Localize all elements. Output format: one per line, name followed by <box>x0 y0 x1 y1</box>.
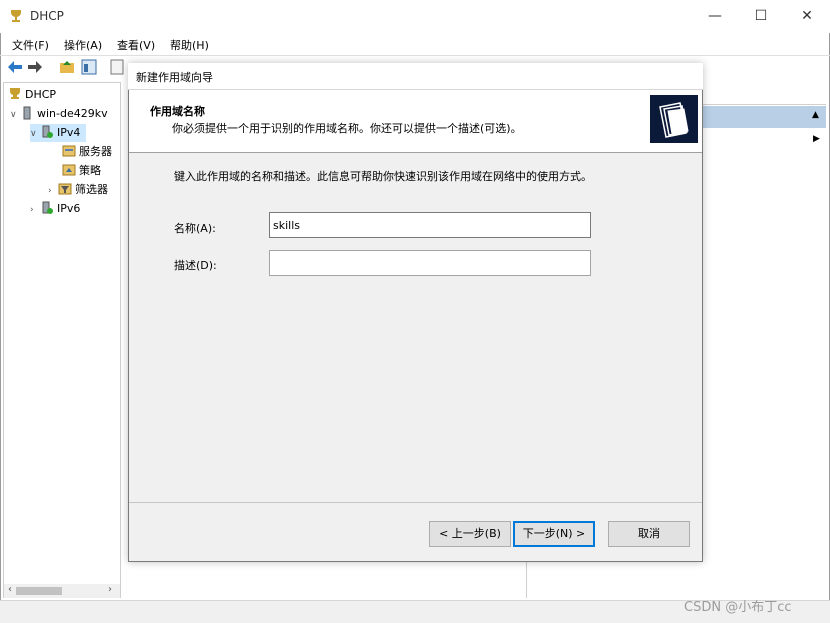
policies-icon <box>62 164 76 176</box>
scrollbar-thumb[interactable] <box>16 587 62 595</box>
tree-item-ipv6[interactable]: › IPv6 <box>30 200 80 218</box>
menu-file[interactable]: 文件(F) <box>12 37 49 53</box>
ipv6-icon <box>42 201 53 214</box>
footer-divider <box>129 502 702 503</box>
page-heading: 作用域名称 <box>150 105 205 118</box>
tree-item-dhcp[interactable]: DHCP <box>8 86 56 104</box>
tree-item-server[interactable]: ∨ win-de429kv <box>10 105 108 123</box>
server-options-icon <box>62 145 76 157</box>
watermark: CSDN @小布丁cc <box>684 600 792 615</box>
page-subheading: 你必须提供一个用于识别的作用域名称。你还可以提供一个描述(可选)。 <box>172 122 522 135</box>
minimize-button[interactable]: — <box>692 0 738 33</box>
scope-name-input[interactable] <box>269 212 591 238</box>
menu-view[interactable]: 查看(V) <box>117 37 155 53</box>
scope-description-input[interactable] <box>269 250 591 276</box>
chevron-right-icon[interactable]: › <box>48 182 58 200</box>
tree-label: IPv6 <box>57 202 81 215</box>
ipv4-icon <box>42 125 53 138</box>
console-tree: DHCP ∨ win-de429kv ∨ IPv4 服务器 策略 › 筛选器 › IPv… <box>3 82 121 598</box>
tree-label: 筛选器 <box>75 183 108 196</box>
tree-label: DHCP <box>25 88 57 101</box>
window-title: DHCP <box>30 9 64 23</box>
tree-label: 服务器 <box>79 145 112 158</box>
properties-icon[interactable] <box>108 58 126 76</box>
description-label: 描述(D): <box>174 259 217 272</box>
actions-selected-row[interactable] <box>703 106 826 128</box>
chevron-down-icon[interactable]: ∨ <box>30 125 40 143</box>
tree-label: IPv4 <box>57 126 81 139</box>
dhcp-icon <box>9 88 21 99</box>
filters-icon <box>58 183 72 195</box>
dialog-title: 新建作用域向导 <box>136 71 213 84</box>
expand-right-icon[interactable]: ▶ <box>813 134 820 144</box>
close-button[interactable]: ✕ <box>784 0 830 33</box>
tree-item-ipv4[interactable]: ∨ IPv4 <box>30 124 87 143</box>
cancel-button[interactable]: 取消 <box>608 521 690 547</box>
instruction-text: 键入此作用域的名称和描述。此信息可帮助你快速识别该作用域在网络中的使用方式。 <box>174 170 592 183</box>
name-label: 名称(A): <box>174 222 216 235</box>
tree-label: win-de429kv <box>37 107 108 120</box>
next-button[interactable]: 下一步(N) > <box>513 521 595 547</box>
dhcp-app-icon <box>11 10 21 22</box>
back-button[interactable]: < 上一步(B) <box>429 521 511 547</box>
dialog-title-bar <box>128 63 703 90</box>
tree-label: 策略 <box>79 164 101 177</box>
forward-arrow-icon[interactable] <box>26 58 44 76</box>
collapse-up-icon[interactable]: ▲ <box>812 110 819 120</box>
chevron-down-icon[interactable]: ∨ <box>10 106 20 124</box>
scroll-right-icon[interactable]: › <box>108 584 112 595</box>
maximize-button[interactable]: ☐ <box>738 0 784 33</box>
show-hide-tree-icon[interactable] <box>80 58 98 76</box>
wizard-folders-icon <box>650 95 698 143</box>
server-icon <box>23 106 31 120</box>
tree-item-filters[interactable]: › 筛选器 <box>48 181 108 199</box>
actions-header <box>703 86 826 105</box>
scroll-left-icon[interactable]: ‹ <box>8 584 12 595</box>
back-arrow-icon[interactable] <box>6 58 24 76</box>
tree-item-server-options[interactable]: 服务器 <box>62 143 112 161</box>
menu-action[interactable]: 操作(A) <box>64 37 102 53</box>
tree-item-policies[interactable]: 策略 <box>62 162 101 180</box>
up-folder-icon[interactable] <box>58 58 76 76</box>
menu-help[interactable]: 帮助(H) <box>170 37 209 53</box>
chevron-right-icon[interactable]: › <box>30 201 40 219</box>
